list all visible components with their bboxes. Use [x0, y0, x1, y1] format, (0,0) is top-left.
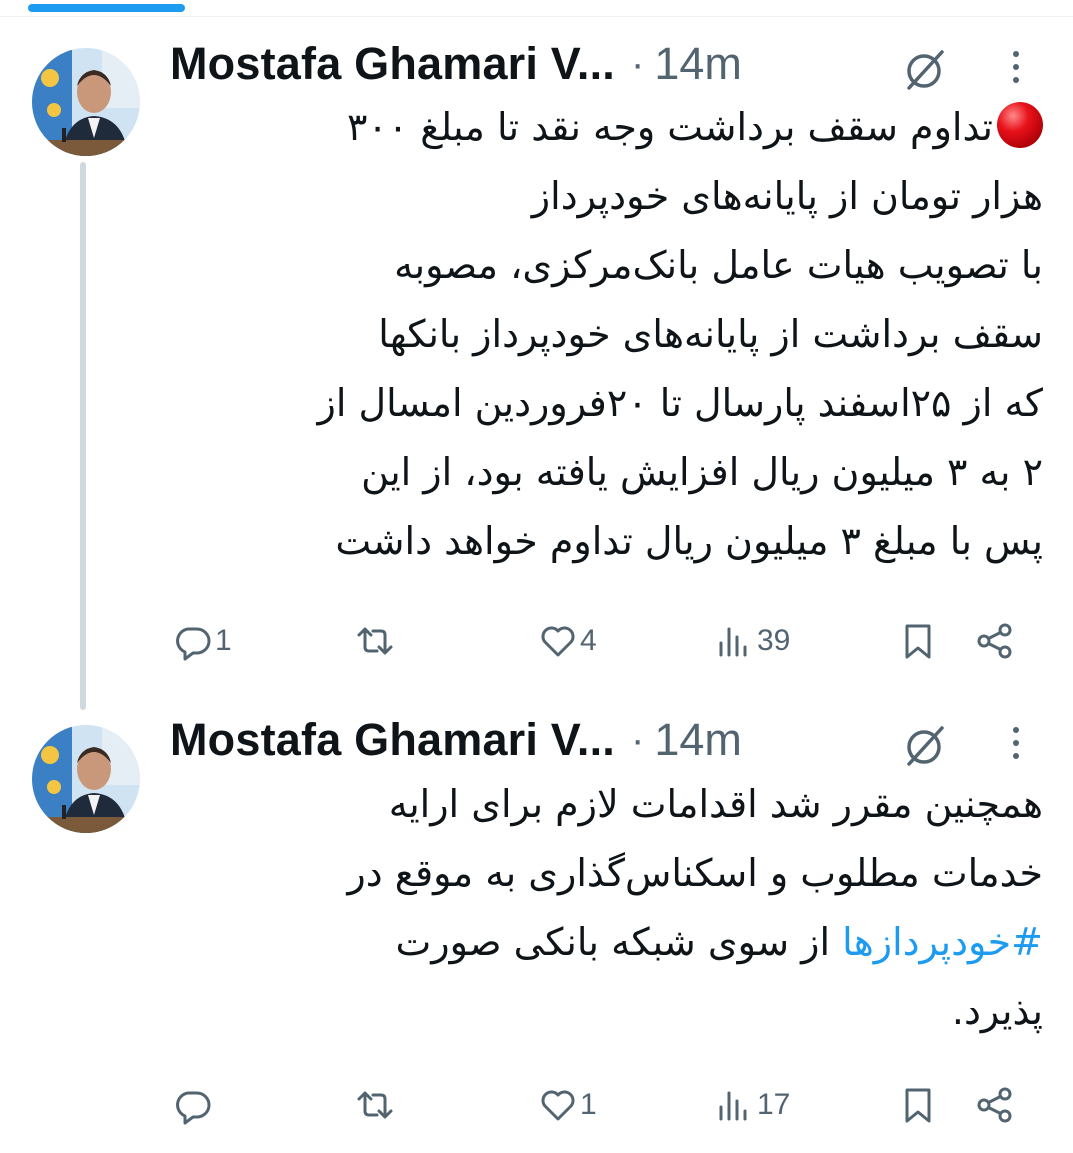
- timestamp[interactable]: 14m: [654, 714, 742, 766]
- bookmark-button[interactable]: [898, 616, 938, 666]
- like-icon: [541, 1090, 575, 1121]
- tweet-line: #خودپردازها از سوی شبکه بانکی صورت: [395, 920, 1043, 964]
- avatar[interactable]: [32, 725, 140, 833]
- like-button[interactable]: 1: [538, 1080, 597, 1130]
- tweet-line: که از ۲۵اسفند پارسال تا ۲۰فروردین امسال …: [317, 381, 1043, 425]
- share-icon: [977, 1087, 1012, 1123]
- tweet-actions: 1 4 39: [165, 616, 1045, 666]
- tweet-line: با تصویب هیات عامل بانک‌مرکزی، مصوبه: [394, 243, 1043, 287]
- views-button[interactable]: 17: [715, 1080, 790, 1130]
- tweet-line: خدمات مطلوب و اسکناس‌گذاری به موقع در: [347, 851, 1043, 895]
- tweet-line: هزار تومان از پایانه‌های خودپرداز: [531, 174, 1043, 218]
- tweet-line: ۲ به ۳ میلیون ریال افزایش یافته بود، از …: [361, 450, 1043, 494]
- author-name[interactable]: Mostafa Ghamari V...: [170, 714, 615, 766]
- bookmark-button[interactable]: [898, 1080, 938, 1130]
- more-icon[interactable]: [1006, 48, 1026, 88]
- avatar[interactable]: [32, 48, 140, 156]
- like-count: 4: [580, 624, 597, 657]
- like-button[interactable]: 4: [538, 616, 597, 666]
- bookmark-icon: [905, 624, 931, 659]
- retweet-button[interactable]: [355, 1080, 397, 1130]
- retweet-button[interactable]: [355, 616, 397, 666]
- scroll-indicator: [28, 4, 185, 12]
- share-button[interactable]: [975, 616, 1015, 666]
- like-count: 1: [580, 1088, 597, 1121]
- separator-dot: ·: [631, 41, 645, 86]
- bookmark-icon: [905, 1088, 931, 1123]
- top-bar: [0, 0, 1073, 17]
- tweet-line: پذیرد.: [951, 989, 1043, 1033]
- reply-button[interactable]: [173, 1080, 215, 1130]
- more-icon[interactable]: [1006, 724, 1026, 764]
- share-button[interactable]: [975, 1080, 1015, 1130]
- tweet-line: تداوم سقف برداشت وجه نقد تا مبلغ ۳۰۰: [165, 93, 1043, 162]
- red-circle-emoji: [997, 102, 1043, 148]
- tweet-line: سقف برداشت از پایانه‌های خودپرداز بانکها: [378, 312, 1043, 356]
- grok-icon[interactable]: [900, 720, 950, 770]
- views-icon: [719, 627, 747, 657]
- reply-button[interactable]: 1: [173, 616, 232, 666]
- tweet-line: همچنین مقرر شد اقدامات لازم برای ارایه: [388, 782, 1043, 826]
- retweet-icon: [357, 627, 393, 655]
- tweet-text: تداوم سقف برداشت وجه نقد تا مبلغ ۳۰۰ هزا…: [165, 93, 1043, 576]
- views-icon: [719, 1091, 747, 1121]
- reply-icon: [176, 1091, 211, 1125]
- views-button[interactable]: 39: [715, 616, 790, 666]
- views-count: 39: [757, 624, 791, 657]
- reply-icon: [176, 627, 211, 661]
- hashtag-link[interactable]: #خودپردازها: [842, 920, 1043, 964]
- separator-dot: ·: [631, 717, 645, 762]
- author-name[interactable]: Mostafa Ghamari V...: [170, 38, 615, 90]
- views-count: 17: [757, 1088, 791, 1121]
- share-icon: [977, 623, 1012, 659]
- timestamp[interactable]: 14m: [654, 38, 742, 90]
- tweet-actions: 1 17: [165, 1080, 1045, 1130]
- grok-icon[interactable]: [900, 44, 950, 94]
- like-icon: [541, 626, 575, 657]
- retweet-icon: [357, 1091, 393, 1119]
- tweet-header: Mostafa Ghamari V... · 14m: [170, 34, 742, 94]
- tweet-text: همچنین مقرر شد اقدامات لازم برای ارایه خ…: [165, 770, 1043, 1046]
- thread-connector-line: [80, 162, 86, 710]
- tweet-header: Mostafa Ghamari V... · 14m: [170, 710, 742, 770]
- reply-count: 1: [215, 624, 232, 657]
- tweet-line: پس با مبلغ ۳ میلیون ریال تداوم خواهد داش…: [335, 519, 1043, 563]
